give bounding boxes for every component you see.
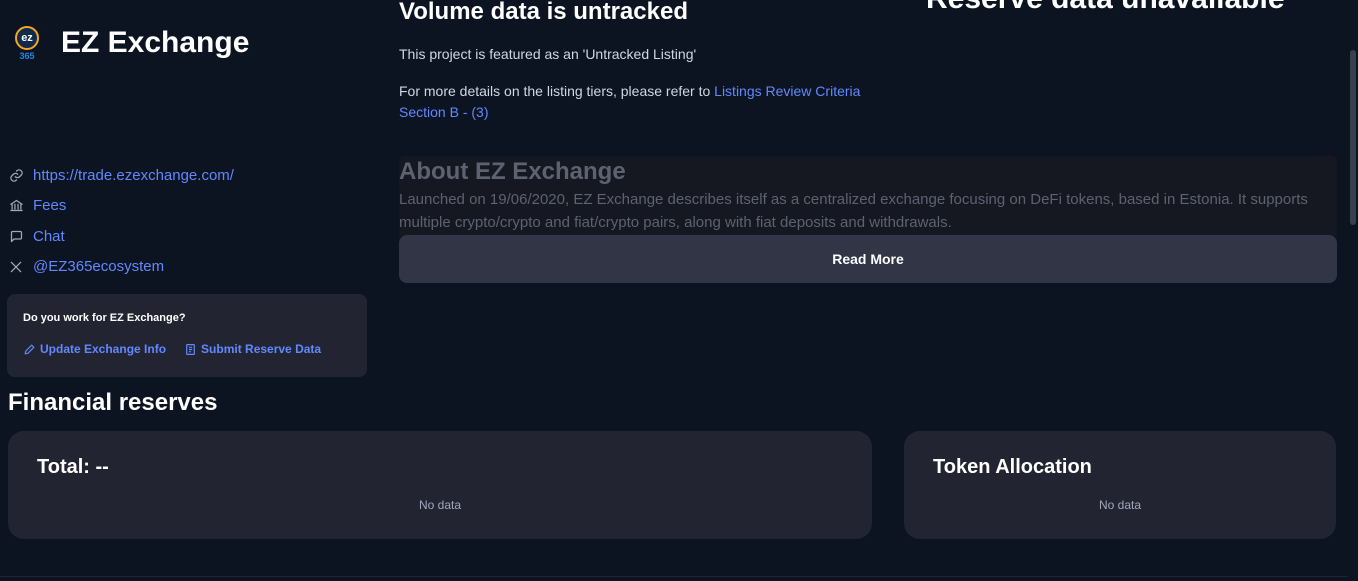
logo-badge: ez (15, 25, 39, 50)
website-link-label[interactable]: https://trade.ezexchange.com/ (33, 167, 234, 184)
chat-link[interactable]: Chat (8, 221, 234, 252)
token-allocation-title: Token Allocation (933, 456, 1092, 478)
reserve-unavailable-title: Reserve data unavailable (926, 0, 1285, 16)
submit-reserve-data-link[interactable]: Submit Reserve Data (184, 342, 321, 356)
untracked-listing-text: This project is featured as an 'Untracke… (399, 46, 697, 62)
exchange-logo: ez 365 (12, 24, 42, 62)
twitter-link-label[interactable]: @EZ365ecosystem (33, 258, 164, 275)
work-for-exchange-box: Do you work for EZ Exchange? Update Exch… (7, 294, 367, 377)
pencil-icon (23, 343, 36, 356)
scrollbar-thumb[interactable] (1350, 50, 1356, 225)
exchange-links: https://trade.ezexchange.com/ Fees Chat … (8, 160, 234, 282)
link-icon (8, 167, 24, 183)
submit-reserve-data-label[interactable]: Submit Reserve Data (201, 342, 321, 356)
website-link[interactable]: https://trade.ezexchange.com/ (8, 160, 234, 191)
bottom-divider (0, 576, 1358, 577)
bank-icon (8, 198, 24, 214)
chat-icon (8, 228, 24, 244)
chat-link-label[interactable]: Chat (33, 228, 65, 245)
document-icon (184, 343, 197, 356)
exchange-page: ez 365 EZ Exchange https://trade.ezexcha… (0, 0, 1358, 581)
total-reserves-no-data: No data (418, 498, 462, 512)
work-actions: Update Exchange Info Submit Reserve Data (23, 342, 351, 356)
fees-link[interactable]: Fees (8, 191, 234, 222)
token-allocation-no-data: No data (1098, 498, 1142, 512)
exchange-header: ez 365 EZ Exchange (12, 24, 249, 62)
about-section: About EZ Exchange Launched on 19/06/2020… (399, 156, 1337, 236)
update-exchange-info-link[interactable]: Update Exchange Info (23, 342, 166, 356)
read-more-button[interactable]: Read More (399, 235, 1337, 283)
fees-link-label[interactable]: Fees (33, 197, 66, 214)
listing-details-text: For more details on the listing tiers, p… (399, 81, 909, 123)
update-exchange-info-label[interactable]: Update Exchange Info (40, 342, 166, 356)
token-allocation-card: Token Allocation No data (904, 431, 1336, 539)
listing-details-prefix: For more details on the listing tiers, p… (399, 83, 715, 99)
twitter-link[interactable]: @EZ365ecosystem (8, 252, 234, 283)
about-title: About EZ Exchange (399, 158, 626, 185)
exchange-name: EZ Exchange (61, 26, 250, 59)
logo-subtext: 365 (19, 50, 35, 61)
financial-reserves-title: Financial reserves (8, 389, 218, 416)
about-description: Launched on 19/06/2020, EZ Exchange desc… (399, 191, 1308, 231)
volume-untracked-title: Volume data is untracked (399, 0, 688, 25)
work-question: Do you work for EZ Exchange? (23, 312, 186, 324)
total-reserves-title: Total: -- (37, 456, 109, 478)
page-scrollbar[interactable] (1348, 0, 1358, 581)
total-reserves-card: Total: -- No data (8, 431, 872, 539)
x-twitter-icon (8, 259, 24, 275)
